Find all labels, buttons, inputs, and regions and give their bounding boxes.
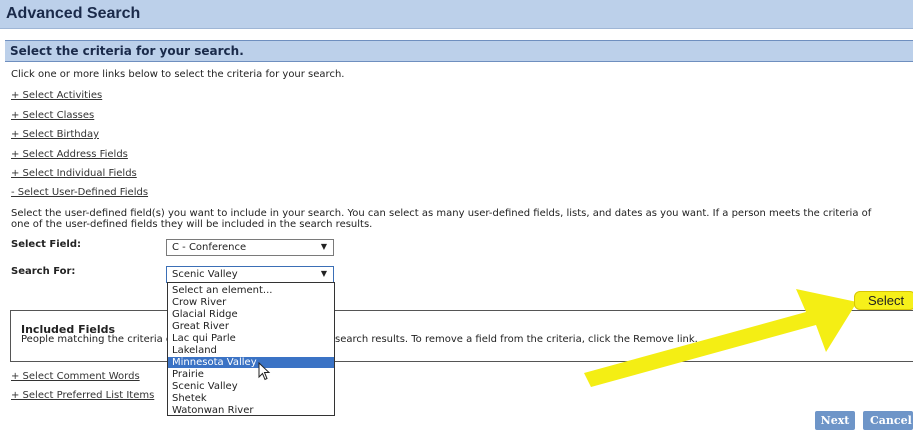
select-birthday-link[interactable]: + Select Birthday xyxy=(11,129,99,140)
search-for-options-list[interactable]: Select an element... Crow River Glacial … xyxy=(167,282,335,416)
select-classes-link[interactable]: + Select Classes xyxy=(11,110,94,121)
intro-text: Click one or more links below to select … xyxy=(11,69,345,80)
option-minnesota-valley[interactable]: Minnesota Valley xyxy=(168,357,334,368)
mouse-pointer-icon xyxy=(258,362,271,381)
udf-instructions: Select the user-defined field(s) you wan… xyxy=(11,208,872,230)
included-fields-box: Included Fields People matching the crit… xyxy=(10,310,913,362)
chevron-down-icon: ▼ xyxy=(320,242,327,251)
search-for-label: Search For: xyxy=(11,266,76,277)
option-lakeland[interactable]: Lakeland xyxy=(168,345,334,356)
section-header: Select the criteria for your search. xyxy=(5,40,913,62)
option-great-river[interactable]: Great River xyxy=(168,321,334,332)
section-title: Select the criteria for your search. xyxy=(10,44,244,58)
select-field-label: Select Field: xyxy=(11,239,82,250)
select-comment-words-link[interactable]: + Select Comment Words xyxy=(11,371,140,382)
select-field-value: C - Conference xyxy=(172,242,247,253)
option-watonwan-river[interactable]: Watonwan River xyxy=(168,405,334,416)
option-shetek[interactable]: Shetek xyxy=(168,393,334,404)
included-fields-text-left: People matching the criteria of xyxy=(21,334,176,345)
search-for-value: Scenic Valley xyxy=(172,269,238,280)
included-fields-text-right: search results. To remove a field from t… xyxy=(335,334,698,345)
option-glacial-ridge[interactable]: Glacial Ridge xyxy=(168,309,334,320)
chevron-down-icon: ▼ xyxy=(320,269,327,278)
option-scenic-valley[interactable]: Scenic Valley xyxy=(168,381,334,392)
select-activities-link[interactable]: + Select Activities xyxy=(11,90,102,101)
next-button[interactable]: Next xyxy=(815,411,855,430)
option-select-an-element[interactable]: Select an element... xyxy=(168,285,334,296)
page-title: Advanced Search xyxy=(6,5,141,22)
option-prairie[interactable]: Prairie xyxy=(168,369,334,380)
cancel-button[interactable]: Cancel xyxy=(863,411,913,430)
select-individual-fields-link[interactable]: + Select Individual Fields xyxy=(11,168,137,179)
select-address-fields-link[interactable]: + Select Address Fields xyxy=(11,149,128,160)
select-preferred-list-items-link[interactable]: + Select Preferred List Items xyxy=(11,390,154,401)
page-header: Advanced Search xyxy=(0,0,913,29)
option-lac-qui-parle[interactable]: Lac qui Parle xyxy=(168,333,334,344)
select-button[interactable]: Select xyxy=(854,291,913,310)
search-for-dropdown[interactable]: Scenic Valley ▼ xyxy=(166,266,334,283)
select-user-defined-fields-link[interactable]: - Select User-Defined Fields xyxy=(11,187,148,198)
select-field-dropdown[interactable]: C - Conference ▼ xyxy=(166,239,334,256)
option-crow-river[interactable]: Crow River xyxy=(168,297,334,308)
